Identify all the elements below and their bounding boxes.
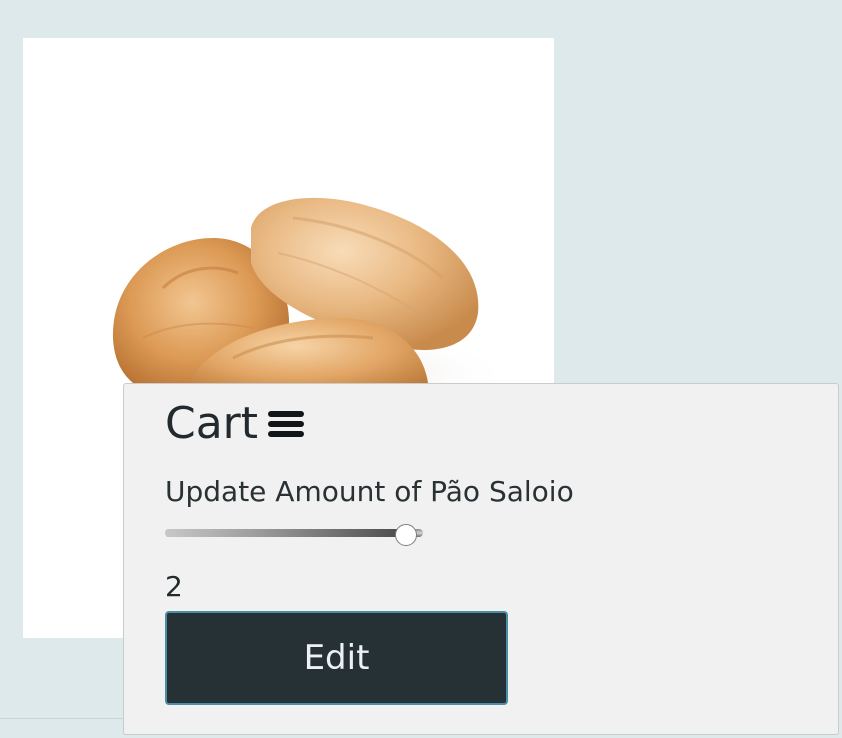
edit-button[interactable]: Edit (165, 611, 508, 705)
slider-fill (165, 529, 406, 537)
page-divider (0, 718, 123, 719)
cart-header: Cart (165, 398, 305, 450)
slider-thumb[interactable] (395, 524, 417, 546)
cart-title: Cart (165, 398, 259, 449)
update-amount-label: Update Amount of Pão Saloio (165, 475, 574, 508)
hamburger-menu-icon[interactable] (268, 411, 305, 437)
amount-slider[interactable] (165, 524, 423, 550)
amount-value: 2 (165, 570, 183, 603)
cart-panel: Cart Update Amount of Pão Saloio 2 Edit (123, 383, 839, 735)
